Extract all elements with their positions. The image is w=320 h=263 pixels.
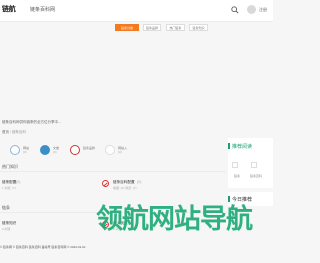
- watermark-text: 领航网站导航: [96, 203, 253, 233]
- tab-brands[interactable]: 链条品牌: [143, 24, 161, 31]
- breadcrumb-current: 链条百科: [11, 130, 26, 134]
- item-title[interactable]: 链条配置: [2, 180, 16, 185]
- section-title-hot: 热门知识: [2, 164, 18, 169]
- item-count: (0): [137, 180, 142, 184]
- article-stat-icon: [40, 145, 50, 155]
- site-stat-icon: [10, 145, 20, 155]
- submission-stat-icon: [105, 145, 115, 155]
- stat-label: 链条品牌: [83, 146, 96, 150]
- thumbnail-icon[interactable]: [232, 162, 238, 168]
- search-icon[interactable]: [231, 6, 239, 14]
- section-divider: [0, 171, 226, 172]
- login-link[interactable]: 注册: [259, 7, 267, 13]
- item-title[interactable]: 链条知识: [2, 221, 16, 226]
- sidebar-accent: [228, 143, 230, 149]
- thumbnail-icon[interactable]: [251, 162, 257, 168]
- stat-value: (0): [53, 150, 57, 154]
- item-title[interactable]: 链条百科配置: [113, 180, 135, 185]
- watermark-logo: 领航网站导航: [96, 203, 254, 233]
- recommend-item[interactable]: 链条: [234, 174, 240, 178]
- item-meta: 收藏: (0) 浏览: (7): [113, 186, 137, 190]
- tab-knowledge[interactable]: 链条知识: [189, 24, 208, 31]
- intro-text: 链条百科网供你链条的全方位分享中...: [2, 120, 61, 124]
- recommend-item[interactable]: 链条百科: [250, 174, 262, 178]
- item-count: (0): [16, 180, 21, 184]
- blocked-icon: [102, 180, 109, 187]
- stat-brands[interactable]: 链条品牌: [60, 145, 100, 157]
- footer-text: © 链条网 © 链条百科 链条百科 备案号 链条百科网 © 2024-01-01: [0, 245, 86, 249]
- item-meta: 0 浏览: [2, 227, 11, 231]
- stat-value: (0): [118, 150, 122, 154]
- breadcrumb: 首页 / 链条百科: [2, 130, 26, 134]
- breadcrumb-home[interactable]: 首页: [2, 130, 9, 134]
- stat-value: (0): [23, 150, 27, 154]
- tab-hot[interactable]: 热门链条: [166, 24, 185, 31]
- avatar-icon[interactable]: [247, 5, 256, 14]
- page: 链航 链条百科网 注册 链条分类 链条品牌 热门链条 链条知识 链条百科网供你链…: [0, 0, 273, 263]
- stat-submissions[interactable]: 网站入 (0): [95, 145, 135, 157]
- site-header: 链航 链条百科网 注册: [0, 0, 273, 22]
- site-logo[interactable]: 链航: [2, 4, 16, 14]
- site-name[interactable]: 链条百科网: [30, 6, 55, 13]
- tab-categories[interactable]: 链条分类: [115, 24, 139, 31]
- sidebar-ranking-title: 今日推荐: [232, 197, 253, 203]
- section-title-chain: 链条: [2, 205, 10, 210]
- sidebar-recommend-title: 推荐阅读: [232, 144, 253, 150]
- item-meta: 1 浏览: (7): [2, 186, 16, 190]
- brand-stat-icon: [70, 145, 80, 155]
- sidebar-accent: [228, 196, 230, 202]
